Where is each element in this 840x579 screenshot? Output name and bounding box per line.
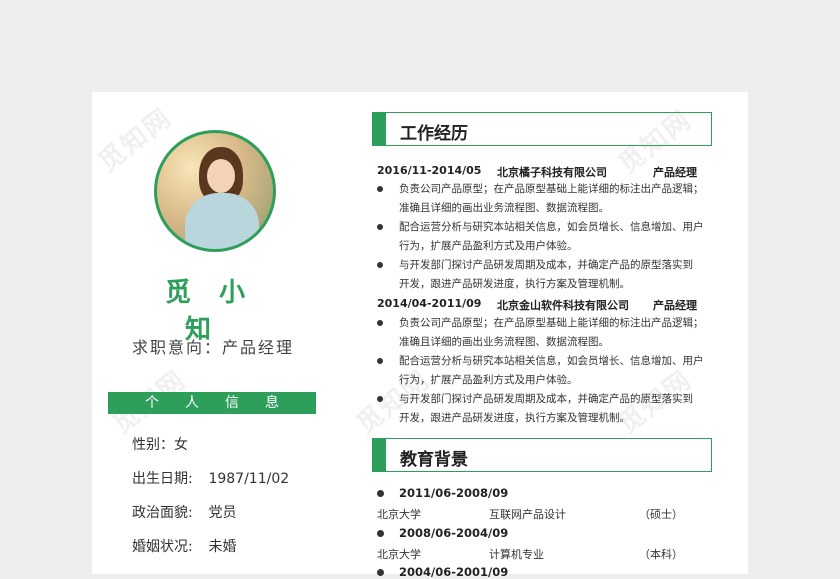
info-row-political: 政治面貌: 党员 (132, 502, 236, 522)
bullet-text: 开发，跟进产品研发进度，执行方案及管理机制。 (399, 278, 630, 290)
info-row-birthdate: 出生日期: 1987/11/02 (132, 468, 289, 488)
info-label: 出生日期: (132, 471, 193, 487)
edu-school: 北京大学 (377, 508, 421, 521)
job-role: 产品经理 (653, 299, 697, 312)
edu-date: 2008/06-2004/09 (399, 526, 509, 540)
job-date: 2014/04-2011/09 (377, 297, 482, 310)
avatar-body (185, 193, 259, 249)
bullet-dot (377, 224, 383, 230)
bullet-text: 负责公司产品原型；在产品原型基础上能详细的标注出产品逻辑； (399, 317, 704, 329)
job-company: 北京橘子科技有限公司 (497, 166, 607, 179)
info-label: 婚姻状况: (132, 539, 193, 555)
bullet-dot (377, 262, 383, 268)
section-title: 工作经历 (400, 124, 468, 144)
bullet-text: 准确且详细的画出业务流程图、数据流程图。 (399, 202, 609, 214)
edu-date: 2011/06-2008/09 (399, 486, 509, 500)
edu-degree: （本科） (639, 548, 683, 561)
bullet-dot (377, 320, 383, 326)
section-title: 教育背景 (400, 450, 468, 470)
bullet-text: 开发，跟进产品研发进度，执行方案及管理机制。 (399, 412, 630, 424)
bullet-text: 负责公司产品原型；在产品原型基础上能详细的标注出产品逻辑； (399, 183, 704, 195)
bullet-text: 准确且详细的画出业务流程图、数据流程图。 (399, 336, 609, 348)
education-section-header: 教育背景 (372, 438, 712, 472)
avatar (154, 130, 276, 252)
section-accent (372, 438, 386, 472)
work-section-header: 工作经历 (372, 112, 712, 146)
info-value: 1987/11/02 (208, 471, 290, 487)
bullet-text: 与开发部门探讨产品研发周期及成本，并确定产品的原型落实到 (399, 259, 693, 271)
info-value: 未婚 (208, 539, 237, 555)
info-label: 性别：女 (132, 437, 188, 453)
bullet-dot (377, 186, 383, 192)
bullet-dot (377, 530, 384, 537)
bullet-text: 配合运营分析与研究本站相关信息，如会员增长、信息增加、用户 (399, 221, 704, 233)
bullet-dot (377, 358, 383, 364)
bullet-text: 与开发部门探讨产品研发周期及成本，并确定产品的原型落实到 (399, 393, 693, 405)
edu-school: 北京大学 (377, 548, 421, 561)
resume-page: 觅知网 觅知网 觅知网 觅知网 觅知网 觅小知 求职意向：产品经理 个人信息 性… (92, 92, 748, 579)
bullet-text: 行为，扩展产品盈利方式及用户体验。 (399, 240, 578, 252)
job-date: 2016/11-2014/05 (377, 164, 482, 177)
bullet-dot (377, 569, 384, 576)
job-role: 产品经理 (653, 166, 697, 179)
info-value: 党员 (208, 505, 237, 521)
edu-major: 互联网产品设计 (489, 508, 566, 521)
info-row-gender: 性别：女 (132, 434, 188, 454)
bullet-dot (377, 490, 384, 497)
info-row-marital: 婚姻状况: 未婚 (132, 536, 236, 556)
bullet-dot (377, 396, 383, 402)
avatar-face (207, 159, 235, 193)
job-intent: 求职意向：产品经理 (132, 338, 295, 357)
personal-info-header: 个人信息 (108, 392, 316, 414)
section-accent (372, 112, 386, 146)
edu-date: 2004/06-2001/09 (399, 565, 509, 579)
edu-major: 计算机专业 (489, 548, 544, 561)
job-company: 北京金山软件科技有限公司 (497, 299, 629, 312)
bullet-text: 行为，扩展产品盈利方式及用户体验。 (399, 374, 578, 386)
edu-degree: （硕士） (639, 508, 683, 521)
bullet-text: 配合运营分析与研究本站相关信息，如会员增长、信息增加、用户 (399, 355, 704, 367)
info-label: 政治面貌: (132, 505, 193, 521)
